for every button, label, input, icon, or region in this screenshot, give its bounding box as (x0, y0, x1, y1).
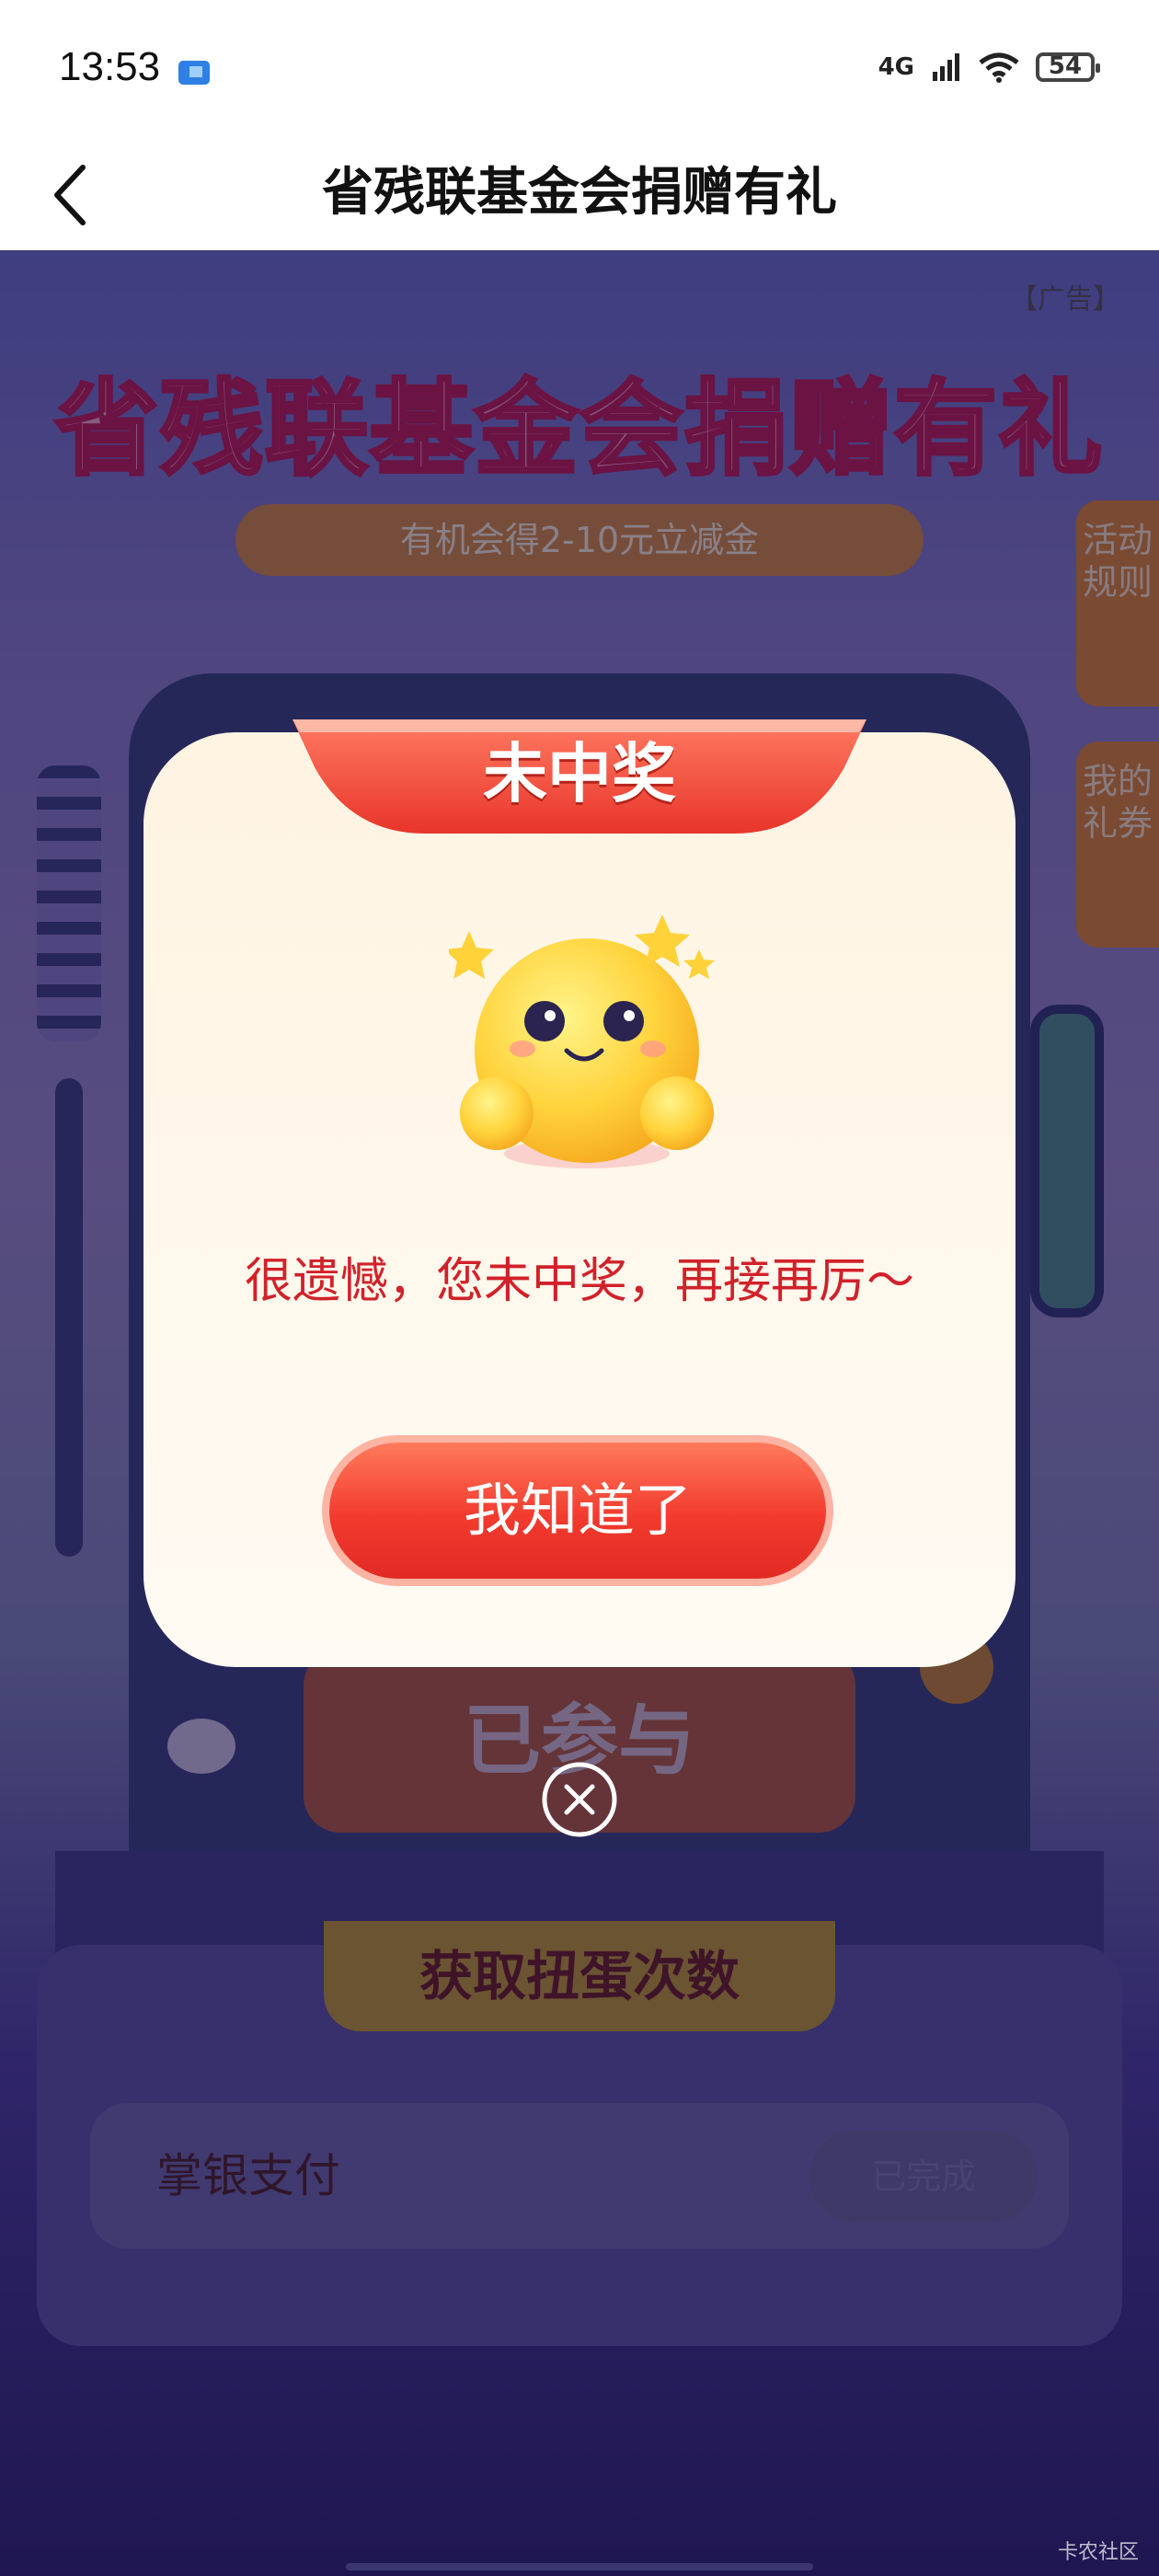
watermark: 卡农社区 (1057, 2541, 1139, 2564)
smiley-face-icon (449, 914, 715, 1168)
battery-icon: 54 (1036, 52, 1100, 82)
home-indicator[interactable] (346, 2563, 813, 2570)
got-it-button[interactable]: 我知道了 (329, 1443, 826, 1579)
status-icons: 4G 54 (878, 52, 1100, 83)
nav-bar: 省残联基金会捐赠有礼 (0, 138, 1159, 250)
network-type: 4G (878, 53, 914, 81)
page-title: 省残联基金会捐赠有礼 (322, 163, 837, 223)
notification-app-icon (178, 61, 210, 85)
dialog-title: 未中奖 (483, 736, 676, 811)
status-bar: 13:53 4G 54 (0, 0, 1159, 138)
close-icon[interactable] (541, 1761, 618, 1838)
wifi-icon (979, 52, 1019, 83)
dialog-message: 很遗憾，您未中奖，再接再厉～ (244, 1254, 914, 1309)
status-time: 13:53 (59, 44, 161, 89)
battery-level: 54 (1048, 52, 1083, 80)
cell-signal-icon (933, 53, 959, 81)
